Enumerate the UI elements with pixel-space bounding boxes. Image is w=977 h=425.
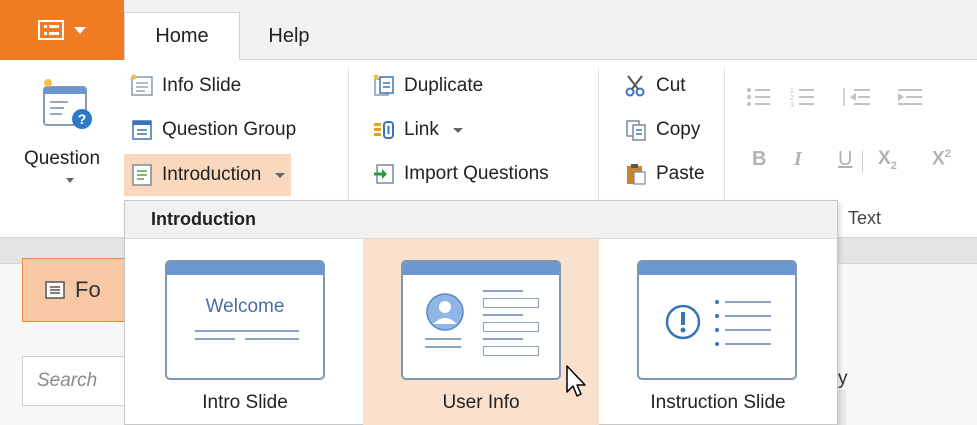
menu-icon: [38, 20, 64, 40]
form-icon: [45, 281, 65, 299]
partial-text: y: [838, 368, 848, 389]
superscript-button[interactable]: X2: [932, 148, 951, 170]
import-questions-button[interactable]: Import Questions: [372, 162, 549, 186]
app-menu-button[interactable]: [0, 0, 124, 60]
question-button[interactable]: ? Question: [18, 70, 122, 190]
card-welcome-text: Welcome: [205, 296, 285, 317]
svg-text:1: 1: [790, 88, 794, 95]
paste-icon: [627, 164, 646, 185]
svg-text:3: 3: [790, 102, 794, 108]
copy-icon: [626, 120, 646, 141]
mouse-cursor-icon: [566, 365, 586, 397]
bold-button[interactable]: B: [752, 148, 766, 171]
ribbon-tab-bar: Home Help: [0, 0, 977, 61]
duplicate-icon: [373, 74, 394, 96]
chevron-down-icon: [452, 127, 463, 133]
link-icon: [374, 121, 394, 139]
scrollbar[interactable]: [838, 390, 846, 425]
duplicate-button[interactable]: Duplicate: [372, 74, 483, 98]
italic-button[interactable]: I: [794, 148, 802, 171]
bullet-list-icon: [747, 88, 770, 106]
numbered-list-icon: 123: [790, 88, 814, 108]
cut-label: Cut: [656, 75, 686, 96]
user-icon: [426, 293, 464, 331]
user-info-card: [401, 260, 561, 380]
form-button-label: Fo: [75, 277, 101, 302]
text-group-label: Text: [848, 208, 882, 228]
svg-text:?: ?: [78, 111, 87, 127]
question-label: Question: [24, 148, 101, 169]
chevron-down-icon: [74, 26, 86, 34]
subscript-button[interactable]: X2: [878, 148, 897, 172]
instruction-slide-label: Instruction Slide: [650, 392, 786, 413]
decrease-indent-icon: [843, 88, 870, 106]
introduction-icon: [132, 164, 152, 186]
question-group-icon: [132, 120, 152, 140]
instruction-slide-card: [637, 260, 797, 380]
introduction-button[interactable]: Introduction: [124, 154, 292, 196]
paste-label: Paste: [656, 163, 705, 184]
paste-button[interactable]: Paste: [624, 162, 705, 186]
intro-slide-card: Welcome: [165, 260, 325, 380]
question-icon: ?: [43, 79, 92, 129]
subscript-x: X: [878, 148, 891, 169]
introduction-dropdown: Introduction Welcome Intro Slide User In…: [124, 200, 838, 425]
introduction-label: Introduction: [162, 164, 262, 185]
info-slide-label: Info Slide: [162, 75, 242, 96]
info-slide-button[interactable]: Info Slide: [130, 74, 241, 98]
scissors-icon: [625, 75, 645, 97]
superscript-x: X: [932, 148, 945, 170]
superscript-mark: 2: [944, 148, 951, 160]
duplicate-label: Duplicate: [404, 75, 484, 96]
user-info-option[interactable]: User Info: [363, 239, 599, 425]
intro-slide-option[interactable]: Welcome Intro Slide: [129, 239, 361, 425]
chevron-down-icon: [275, 172, 286, 178]
user-info-label: User Info: [442, 392, 520, 413]
subscript-mark: 2: [890, 159, 897, 172]
question-group-button[interactable]: Question Group: [130, 118, 296, 142]
tab-help[interactable]: Help: [250, 12, 328, 61]
svg-text:2: 2: [790, 95, 794, 102]
copy-label: Copy: [656, 119, 701, 140]
dropdown-title: Introduction: [125, 201, 837, 239]
tab-home[interactable]: Home: [124, 12, 240, 61]
import-questions-icon: [374, 164, 394, 184]
chevron-down-icon: [66, 178, 74, 183]
exclamation-icon: [665, 304, 701, 340]
copy-button[interactable]: Copy: [624, 118, 700, 142]
underline-button[interactable]: U: [838, 148, 852, 171]
instruction-slide-option[interactable]: Instruction Slide: [601, 239, 835, 425]
question-group-label: Question Group: [162, 119, 297, 140]
info-slide-icon: [131, 74, 153, 96]
cut-button[interactable]: Cut: [624, 74, 686, 98]
intro-slide-label: Intro Slide: [202, 392, 288, 413]
import-questions-label: Import Questions: [404, 163, 549, 184]
link-button[interactable]: Link: [372, 118, 463, 142]
toolbar-separator: [862, 150, 863, 172]
link-label: Link: [404, 119, 439, 140]
increase-indent-icon: [898, 89, 922, 105]
